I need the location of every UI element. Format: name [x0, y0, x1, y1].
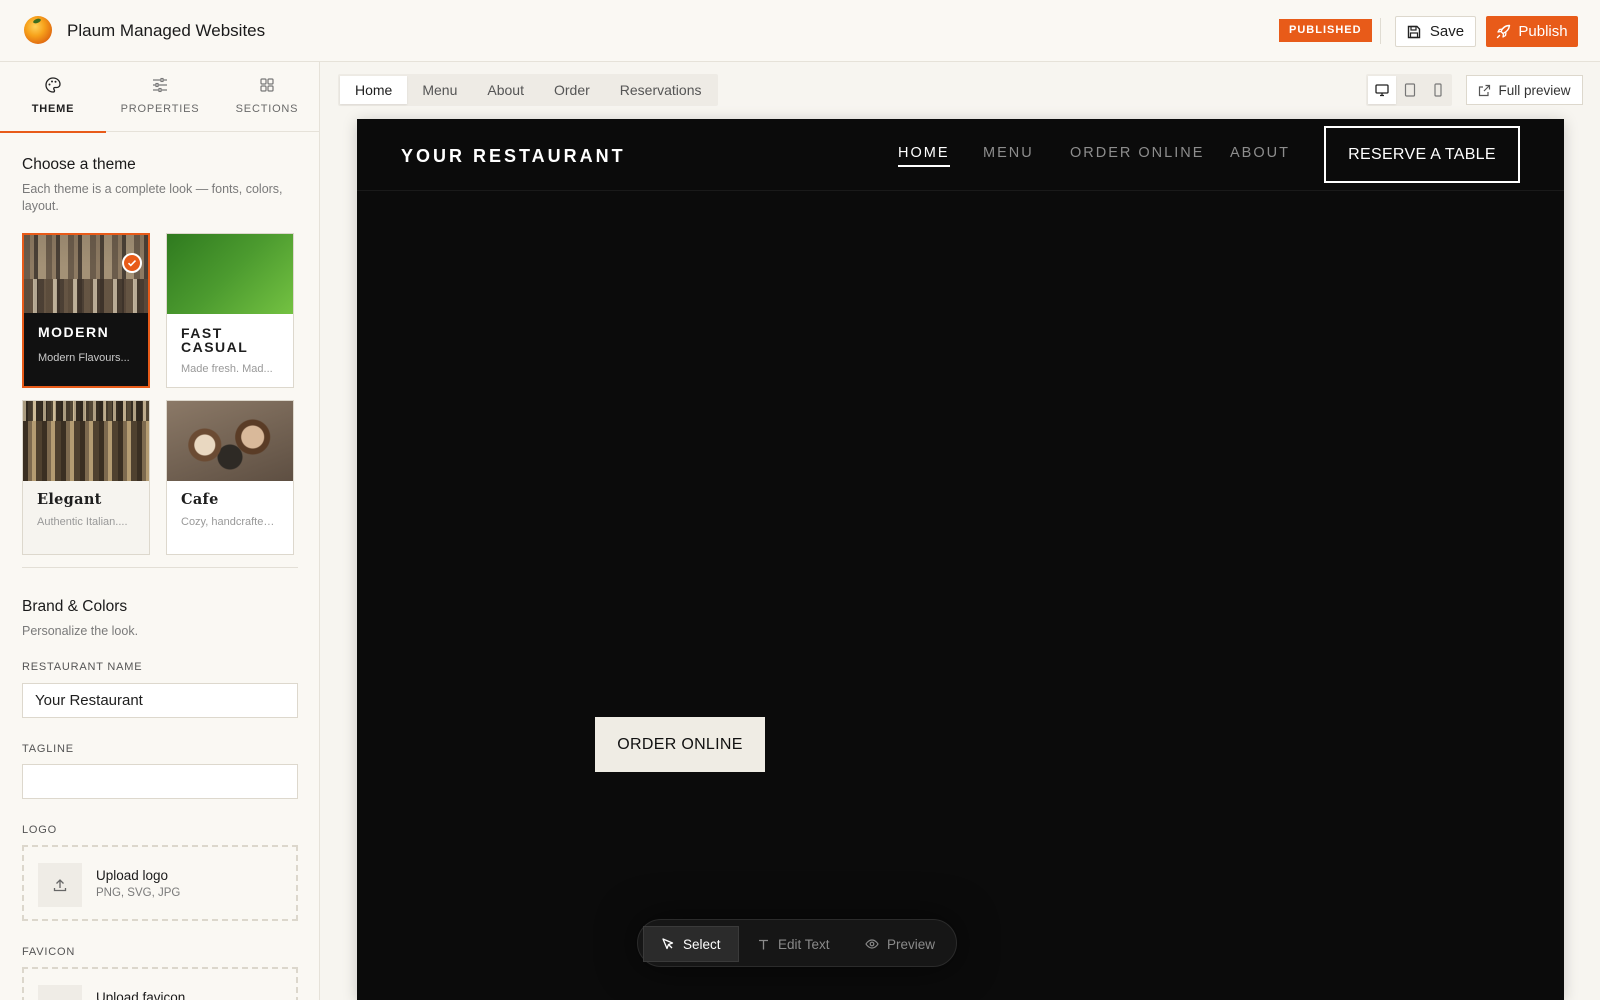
- site-nav-menu[interactable]: MENU: [983, 145, 1034, 161]
- grid-icon: [260, 78, 274, 92]
- brand-section-title: Brand & Colors: [22, 598, 128, 615]
- site-nav-home[interactable]: HOME: [898, 145, 950, 167]
- palette-icon: [45, 77, 61, 93]
- page-tab-home[interactable]: Home: [340, 76, 408, 104]
- theme-card-body: FAST CASUAL Made fresh. Mad...: [167, 314, 293, 387]
- external-link-icon: [1479, 84, 1491, 96]
- theme-thumbnail: [167, 234, 293, 314]
- selected-check-icon: [122, 253, 142, 273]
- publish-label: Publish: [1518, 23, 1568, 40]
- order-online-button[interactable]: ORDER ONLINE: [595, 717, 765, 772]
- app-logo-icon: [24, 16, 52, 44]
- restaurant-name-label: RESTAURANT NAME: [22, 661, 143, 673]
- status-badge: PUBLISHED: [1279, 19, 1372, 42]
- theme-name: Cafe: [181, 491, 219, 508]
- app-title: Plaum Managed Websites: [67, 21, 266, 40]
- theme-card-body: Elegant Authentic Italian....: [23, 481, 149, 554]
- theme-section-description: Each theme is a complete look — fonts, c…: [22, 182, 283, 213]
- theme-subtitle: Made fresh. Mad...: [181, 363, 273, 375]
- device-switcher: [1366, 74, 1452, 106]
- eye-icon: [865, 939, 879, 949]
- site-navbar: YOUR RESTAURANT HOME MENU ORDER ONLINE A…: [357, 119, 1564, 191]
- publish-button[interactable]: Publish: [1486, 16, 1578, 47]
- site-nav-order-online[interactable]: ORDER ONLINE: [1070, 145, 1204, 161]
- site-preview-canvas[interactable]: YOUR RESTAURANT HOME MENU ORDER ONLINE A…: [357, 119, 1564, 1000]
- section-divider: [22, 567, 298, 568]
- theme-name: MODERN: [38, 324, 110, 340]
- tab-theme-label: THEME: [31, 103, 75, 115]
- theme-card-fast-casual[interactable]: FAST CASUAL Made fresh. Mad...: [166, 233, 294, 388]
- full-preview-label: Full preview: [1498, 82, 1571, 98]
- tagline-label: TAGLINE: [22, 743, 74, 755]
- theme-subtitle: Modern Flavours...: [38, 352, 130, 364]
- reserve-table-button[interactable]: RESERVE A TABLE: [1324, 126, 1520, 183]
- theme-thumbnail: [23, 401, 149, 481]
- page-tabs: Home Menu About Order Reservations: [338, 74, 719, 106]
- logo-upload-formats: PNG, SVG, JPG: [96, 887, 181, 899]
- site-brand[interactable]: YOUR RESTAURANT: [401, 146, 626, 167]
- full-preview-button[interactable]: Full preview: [1466, 75, 1583, 105]
- top-bar: Plaum Managed Websites PUBLISHED Save Pu…: [0, 0, 1600, 62]
- favicon-upload-title: Upload favicon: [96, 990, 186, 1000]
- upload-icon-box: [38, 863, 82, 907]
- theme-thumbnail: [24, 235, 148, 315]
- desktop-icon: [1375, 84, 1389, 97]
- theme-subtitle: Authentic Italian....: [37, 516, 128, 528]
- tagline-input[interactable]: [22, 764, 298, 799]
- logo-label: LOGO: [22, 824, 57, 836]
- theme-card-body: Cafe Cozy, handcrafted,...: [167, 481, 293, 554]
- theme-card-modern[interactable]: MODERN Modern Flavours...: [22, 233, 150, 388]
- preview-tool-label: Preview: [887, 936, 936, 952]
- theme-card-elegant[interactable]: Elegant Authentic Italian....: [22, 400, 150, 555]
- page-tab-menu[interactable]: Menu: [407, 76, 472, 104]
- favicon-upload-dropzone[interactable]: Upload favicon: [22, 967, 298, 1000]
- theme-thumbnail: [167, 401, 293, 481]
- mobile-icon: [1434, 83, 1442, 97]
- site-nav-about[interactable]: ABOUT: [1230, 145, 1290, 161]
- logo-upload-title: Upload logo: [96, 868, 169, 883]
- brand-section-description: Personalize the look.: [22, 624, 139, 638]
- sliders-icon: [153, 77, 167, 93]
- cursor-icon: [662, 938, 674, 950]
- page-tab-order[interactable]: Order: [539, 76, 605, 104]
- edit-text-tool-button[interactable]: Edit Text: [740, 926, 847, 962]
- logo-upload-dropzone[interactable]: Upload logo PNG, SVG, JPG: [22, 845, 298, 921]
- favicon-label: FAVICON: [22, 946, 76, 958]
- desktop-view-button[interactable]: [1368, 76, 1396, 104]
- theme-section-title: Choose a theme: [22, 156, 136, 173]
- theme-name: Elegant: [37, 491, 102, 508]
- select-tool-button[interactable]: Select: [643, 926, 739, 962]
- theme-name: FAST CASUAL: [181, 325, 249, 355]
- theme-card-cafe[interactable]: Cafe Cozy, handcrafted,...: [166, 400, 294, 555]
- tab-sections[interactable]: SECTIONS: [214, 62, 319, 132]
- upload-icon-box: [38, 985, 82, 1000]
- upload-icon: [53, 879, 67, 892]
- text-icon: [759, 939, 768, 949]
- save-button[interactable]: Save: [1395, 16, 1476, 47]
- preview-tool-button[interactable]: Preview: [848, 926, 952, 962]
- tablet-view-button[interactable]: [1396, 76, 1424, 104]
- mobile-view-button[interactable]: [1424, 76, 1452, 104]
- restaurant-name-input[interactable]: [22, 683, 298, 718]
- header-divider: [1380, 18, 1381, 44]
- tab-theme[interactable]: THEME: [0, 62, 106, 133]
- save-icon: [1407, 25, 1421, 38]
- editor-toolbar: Select Edit Text Preview: [637, 919, 957, 967]
- select-tool-label: Select: [683, 936, 721, 952]
- tab-properties[interactable]: PROPERTIES: [106, 62, 214, 132]
- tab-properties-label: PROPERTIES: [120, 103, 200, 115]
- theme-card-body: MODERN Modern Flavours...: [24, 313, 148, 386]
- sidebar: THEME PROPERTIES SECTIONS Choose a theme…: [0, 62, 320, 1000]
- rocket-icon: [1497, 24, 1511, 39]
- page-tab-about[interactable]: About: [472, 76, 539, 104]
- save-label: Save: [1429, 23, 1465, 40]
- edit-text-tool-label: Edit Text: [778, 936, 830, 952]
- page-tab-reservations[interactable]: Reservations: [605, 76, 717, 104]
- theme-subtitle: Cozy, handcrafted,...: [181, 516, 279, 528]
- tab-sections-label: SECTIONS: [235, 103, 299, 115]
- sidebar-tabs: THEME PROPERTIES SECTIONS: [0, 62, 319, 133]
- tablet-icon: [1404, 83, 1416, 97]
